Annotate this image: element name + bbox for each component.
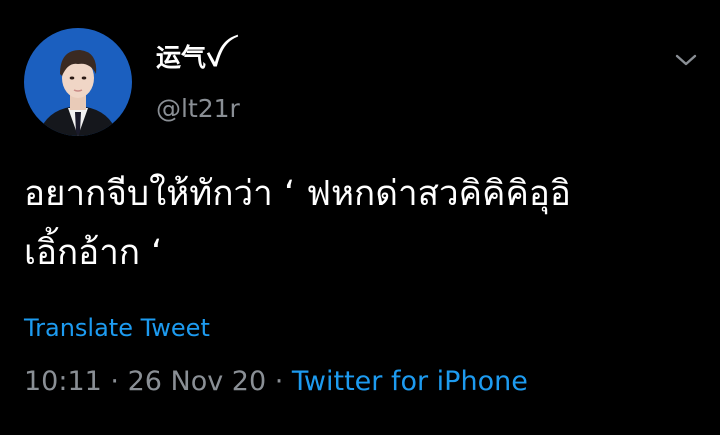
avatar-image [24, 28, 132, 136]
tweet-date[interactable]: 26 Nov 20 [128, 366, 267, 397]
meta-separator: · [101, 366, 128, 397]
avatar[interactable] [24, 28, 132, 136]
translate-tweet-link[interactable]: Translate Tweet [24, 312, 210, 344]
tweet-text: อยากจีบให้ทักว่า ‘ ฟหกด่าสวคิคิคิอุอิ เอ… [24, 174, 571, 273]
tweet-time[interactable]: 10:11 [24, 366, 102, 397]
meta-separator: · [266, 366, 292, 397]
tweet-meta: 10:11 · 26 Nov 20 · Twitter for iPhone [24, 364, 528, 400]
chevron-down-icon[interactable] [674, 48, 698, 72]
display-name[interactable]: 运气ꪜ [156, 40, 223, 76]
user-handle[interactable]: @lt21r [156, 92, 240, 126]
tweet-source-link[interactable]: Twitter for iPhone [292, 366, 528, 397]
